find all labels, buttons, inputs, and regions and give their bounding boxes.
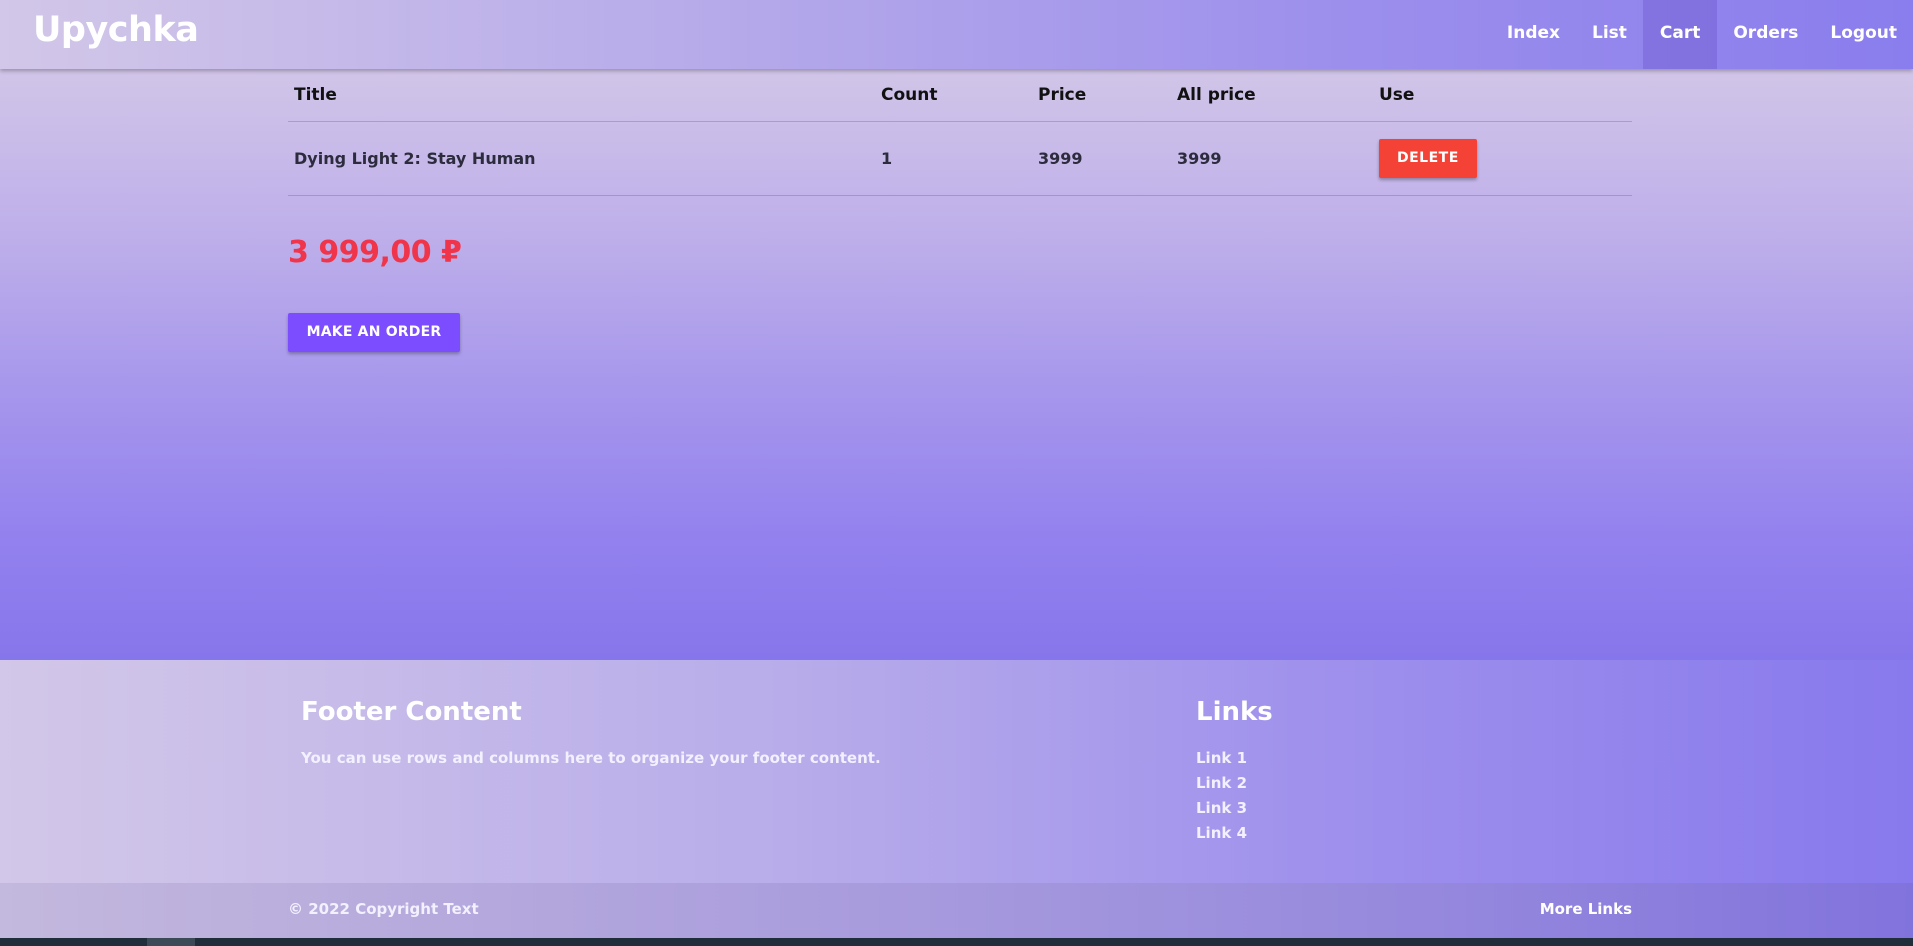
footer-link-1[interactable]: Link 1 <box>1196 748 1247 773</box>
footer-links-title: Links <box>1196 697 1273 727</box>
nav-link-cart[interactable]: Cart <box>1642 0 1718 69</box>
nav-links: Index List Cart Orders Logout <box>1491 0 1913 69</box>
table-row: Dying Light 2: Stay Human 1 3999 3999 DE… <box>288 121 1632 196</box>
cell-title: Dying Light 2: Stay Human <box>288 121 875 196</box>
cell-price: 3999 <box>1032 121 1171 196</box>
column-header-count: Count <box>875 69 1032 122</box>
top-navbar: Upychka Index List Cart Orders Logout <box>0 0 1913 69</box>
taskbar-item[interactable] <box>147 938 195 946</box>
footer-links-list: Link 1 Link 2 Link 3 Link 4 <box>1196 748 1247 848</box>
footer-link-2[interactable]: Link 2 <box>1196 773 1247 798</box>
footer-link-4[interactable]: Link 4 <box>1196 823 1247 848</box>
footer-link-3[interactable]: Link 3 <box>1196 798 1247 823</box>
column-header-all-price: All price <box>1171 69 1373 122</box>
cell-count: 1 <box>875 121 1032 196</box>
nav-link-logout[interactable]: Logout <box>1814 0 1913 69</box>
column-header-price: Price <box>1032 69 1171 122</box>
table-header-row: Title Count Price All price Use <box>288 69 1632 122</box>
nav-link-index[interactable]: Index <box>1491 0 1576 69</box>
cell-all-price: 3999 <box>1171 121 1373 196</box>
cart-table: Title Count Price All price Use Dying Li… <box>288 69 1632 196</box>
taskbar-strip <box>0 938 1913 946</box>
make-order-button[interactable]: MAKE AN ORDER <box>288 313 460 352</box>
footer-content-title: Footer Content <box>301 697 522 727</box>
column-header-use: Use <box>1373 69 1632 122</box>
brand-logo[interactable]: Upychka <box>33 10 199 50</box>
footer: Footer Content You can use rows and colu… <box>0 660 1913 883</box>
cart-total: 3 999,00 ₽ <box>288 235 462 270</box>
nav-link-orders[interactable]: Orders <box>1717 0 1814 69</box>
copyright-text: © 2022 Copyright Text <box>288 900 479 918</box>
more-links-link[interactable]: More Links <box>1540 900 1632 918</box>
main-content: Title Count Price All price Use Dying Li… <box>0 69 1913 660</box>
cell-use: DELETE <box>1373 121 1632 196</box>
delete-button[interactable]: DELETE <box>1379 139 1477 178</box>
column-header-title: Title <box>288 69 875 122</box>
footer-content-text: You can use rows and columns here to org… <box>301 749 881 767</box>
nav-link-list[interactable]: List <box>1576 0 1643 69</box>
copyright-bar: © 2022 Copyright Text More Links <box>0 883 1913 938</box>
